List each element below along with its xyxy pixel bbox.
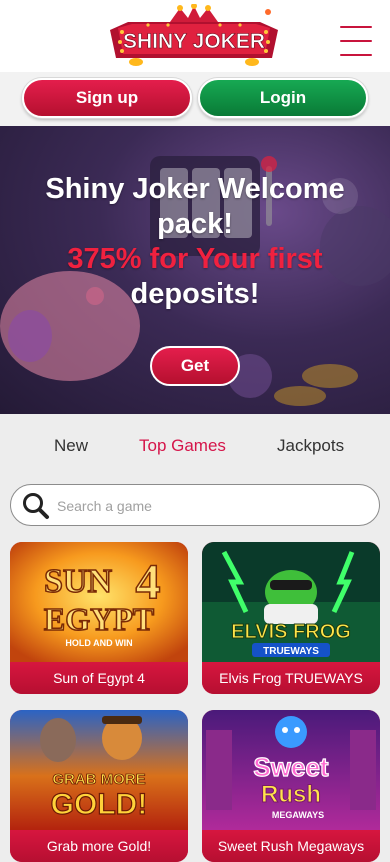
auth-bar: Sign up Login (0, 72, 390, 126)
game-title[interactable]: Elvis Frog TRUEWAYS (202, 662, 380, 694)
welcome-headline: Shiny Joker Welcome pack! 375% for Your … (0, 172, 390, 312)
game-title[interactable]: Sun of Egypt 4 (10, 662, 188, 694)
sign-up-button[interactable]: Sign up (22, 78, 192, 118)
menu-line (340, 26, 372, 28)
menu-line (340, 54, 372, 56)
login-button[interactable]: Login (198, 78, 368, 118)
art-title-line-2: Rush (261, 781, 321, 808)
search-bar (10, 484, 380, 526)
art-title-line-2: GOLD! (51, 788, 148, 821)
search-icon[interactable] (21, 491, 51, 521)
art-title-line-1: Sweet (253, 752, 328, 782)
art-title-egypt: EGYPT (44, 601, 154, 637)
search-input[interactable] (57, 493, 367, 519)
shiny-joker-logo[interactable]: SHINY JOKER (108, 4, 280, 70)
headline-line-4: deposits! (130, 278, 260, 310)
grab-more-gold-art: GRAB MORE GOLD! (10, 710, 188, 830)
elvis-frog-art: ELVIS FROG TRUEWAYS (202, 542, 380, 662)
game-title[interactable]: Sweet Rush Megaways (202, 830, 380, 862)
headline-bonus: 375% for Your first (67, 243, 323, 275)
logo-text: SHINY JOKER (123, 30, 265, 53)
menu-line (340, 40, 372, 42)
art-title-line-1: GRAB MORE (52, 771, 145, 788)
header: SHINY JOKER (0, 0, 390, 72)
sweet-rush-art: Sweet Rush MEGAWAYS (202, 710, 380, 830)
game-thumbnail[interactable]: Sweet Rush MEGAWAYS (202, 710, 380, 830)
art-title-sun: SUN (44, 563, 112, 600)
welcome-banner: Shiny Joker Welcome pack! 375% for Your … (0, 126, 390, 414)
headline-line-1: Shiny Joker Welcome (45, 173, 345, 205)
tab-new[interactable]: New (54, 436, 88, 456)
art-subtitle: TRUEWAYS (263, 646, 319, 657)
art-subtitle: HOLD AND WIN (65, 638, 132, 648)
game-card-grab-more-gold[interactable]: GRAB MORE GOLD! Grab more Gold! (10, 710, 188, 862)
sun-of-egypt-art: SUN 4 EGYPT HOLD AND WIN (10, 542, 188, 662)
game-thumbnail[interactable]: SUN 4 EGYPT HOLD AND WIN (10, 542, 188, 662)
art-subtitle: MEGAWAYS (272, 810, 324, 820)
get-bonus-button[interactable]: Get (150, 346, 240, 386)
game-card-elvis-frog[interactable]: ELVIS FROG TRUEWAYS Elvis Frog TRUEWAYS (202, 542, 380, 694)
tab-top-games[interactable]: Top Games (139, 436, 226, 456)
headline-line-2: pack! (157, 208, 233, 240)
game-title[interactable]: Grab more Gold! (10, 830, 188, 862)
hamburger-menu-icon[interactable] (340, 26, 372, 56)
game-card-sweet-rush[interactable]: Sweet Rush MEGAWAYS Sweet Rush Megaways (202, 710, 380, 862)
game-category-tabs: New Top Games Jackpots (0, 414, 390, 480)
tab-jackpots[interactable]: Jackpots (277, 436, 344, 456)
game-card-sun-of-egypt-4[interactable]: SUN 4 EGYPT HOLD AND WIN Sun of Egypt 4 (10, 542, 188, 694)
game-thumbnail[interactable]: ELVIS FROG TRUEWAYS (202, 542, 380, 662)
game-thumbnail[interactable]: GRAB MORE GOLD! (10, 710, 188, 830)
art-title: ELVIS FROG (231, 621, 351, 643)
